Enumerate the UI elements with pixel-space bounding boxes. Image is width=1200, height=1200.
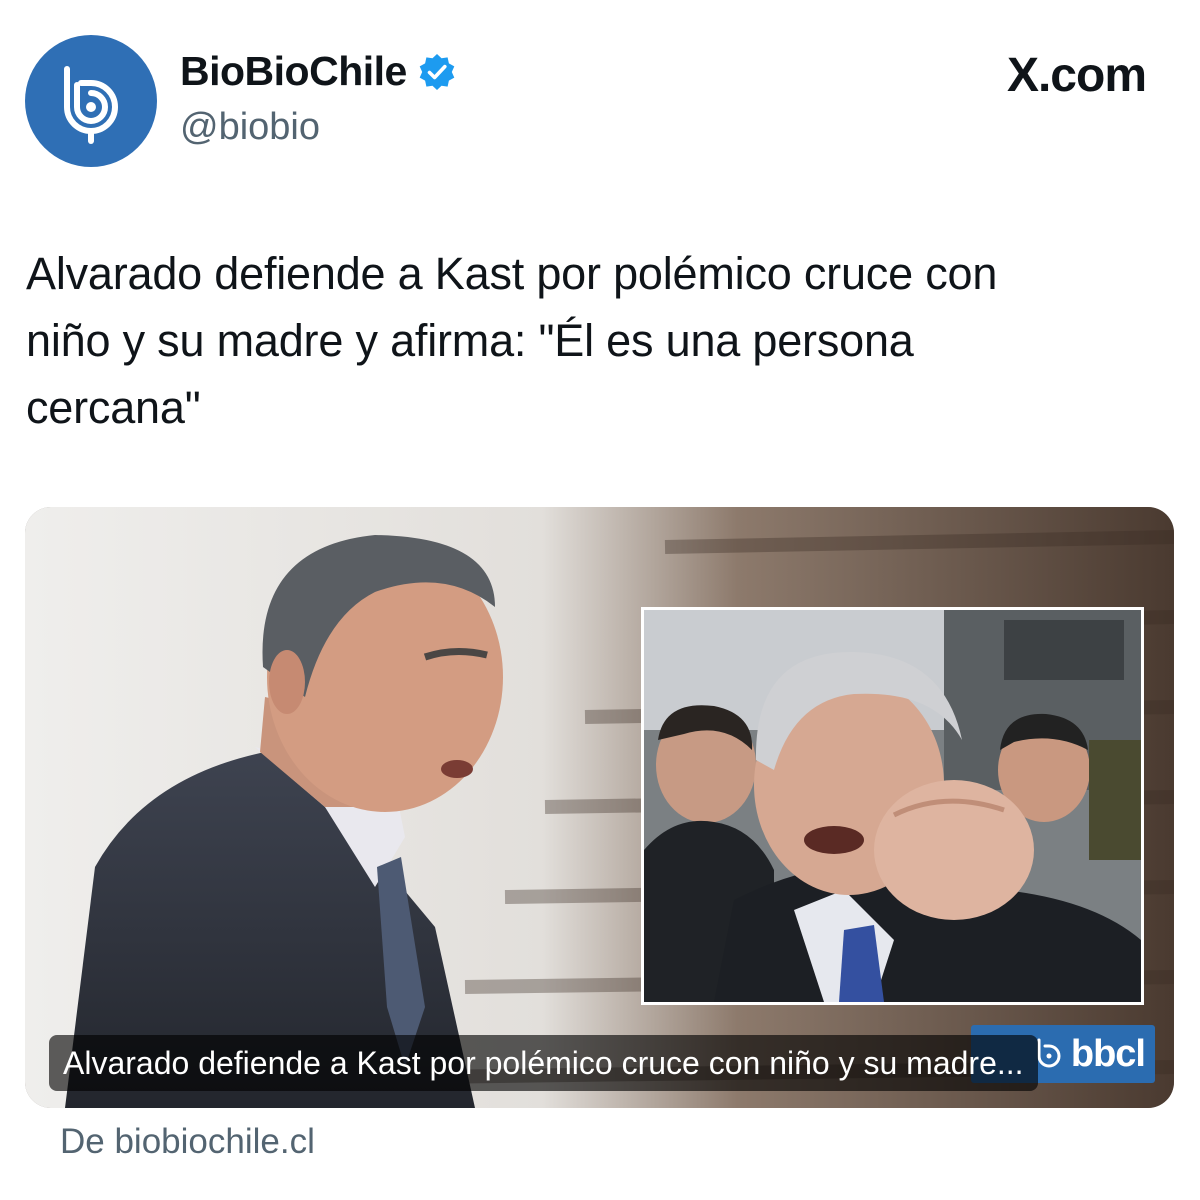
card-caption: Alvarado defiende a Kast por polémico cr… [49,1035,1038,1091]
account-handle[interactable]: @biobio [180,106,320,149]
inset-scene [644,610,1141,1002]
inset-photo [641,607,1144,1005]
tweet-text-line: Alvarado defiende a Kast por polémico cr… [26,248,998,299]
tweet-text-line: cercana" [26,382,201,433]
x-com-brand: X.com [1006,49,1147,102]
tweet-text: Alvarado defiende a Kast por polémico cr… [26,240,1166,441]
tweet-text-line: niño y su madre y afirma: "Él es una per… [26,315,914,366]
card-source-link[interactable]: De biobiochile.cl [60,1122,315,1162]
link-card[interactable]: bbcl Alvarado defiende a Kast por polémi… [25,507,1174,1108]
biobio-logo-icon [64,66,118,144]
verified-badge-icon [419,53,455,90]
bbcl-logo-text: bbcl [1070,1032,1146,1075]
display-name-row: BioBioChile [180,48,457,95]
account-avatar[interactable] [25,35,157,167]
display-name[interactable]: BioBioChile [180,48,407,95]
